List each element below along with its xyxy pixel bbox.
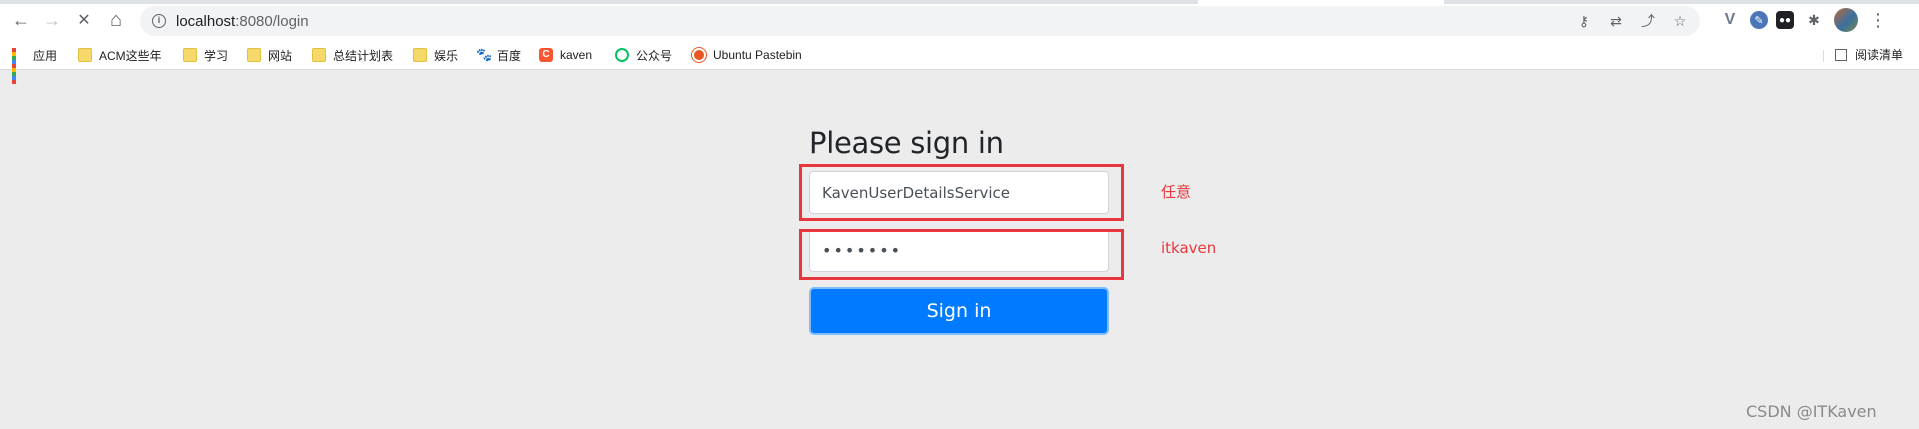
bookmark-star-icon[interactable]: ☆ <box>1670 11 1690 31</box>
bookmark-entertainment[interactable]: 娱乐 <box>413 46 458 64</box>
password-annotation: itkaven <box>1161 239 1217 257</box>
bookmark-label: Ubuntu Pastebin <box>713 48 802 62</box>
bookmark-label: 总结计划表 <box>333 48 394 63</box>
forward-arrow-icon[interactable]: → <box>40 8 64 32</box>
extension-tampermonkey-icon[interactable]: ●● <box>1776 11 1794 29</box>
bookmark-study[interactable]: 学习 <box>183 46 228 64</box>
url-host: localhost <box>176 12 236 30</box>
bookmark-apps[interactable]: 应用 <box>12 46 58 84</box>
stop-loading-icon[interactable]: ✕ <box>72 8 96 32</box>
bookmark-acm[interactable]: ACM这些年 <box>78 46 162 64</box>
bookmark-label: 应用 <box>33 48 58 63</box>
bookmark-baidu[interactable]: 🐾 百度 <box>476 46 521 64</box>
address-bar[interactable]: i localhost:8080/login ⚷ ⇄ ⤴ ☆ <box>140 6 1700 36</box>
home-icon[interactable]: ⌂ <box>104 8 128 32</box>
folder-icon <box>183 48 197 62</box>
password-highlight-box <box>799 229 1124 280</box>
bookmark-wechat[interactable]: 公众号 <box>615 46 672 64</box>
bookmark-plan[interactable]: 总结计划表 <box>312 46 393 64</box>
csdn-watermark: CSDN @ITKaven <box>1746 402 1877 421</box>
reading-list-label: 阅读清单 <box>1855 48 1904 62</box>
page-title: Please sign in <box>809 126 1004 160</box>
bookmark-label: 娱乐 <box>434 48 459 63</box>
bookmarks-bar: 应用 ACM这些年 学习 网站 总结计划表 娱乐 🐾 百度 C kaven 公众… <box>0 40 1919 84</box>
share-icon[interactable]: ⤴ <box>1638 11 1658 31</box>
baidu-icon: 🐾 <box>476 47 493 62</box>
menu-kebab-icon[interactable]: ⋮ <box>1866 8 1890 32</box>
bookmark-label: 百度 <box>497 48 522 63</box>
bookmark-label: 网站 <box>268 48 293 63</box>
password-key-icon[interactable]: ⚷ <box>1574 11 1594 31</box>
folder-icon <box>413 48 427 62</box>
bookmark-label: 学习 <box>204 48 229 63</box>
csdn-icon: C <box>539 48 553 62</box>
url-path: :8080/login <box>235 12 309 30</box>
sign-in-button[interactable]: Sign in <box>809 287 1109 335</box>
bookmarks-divider <box>1823 50 1824 62</box>
back-arrow-icon[interactable]: ← <box>9 8 33 32</box>
apps-grid-icon <box>12 48 26 84</box>
url-text[interactable]: localhost:8080/login <box>176 13 309 30</box>
wechat-icon <box>615 48 629 62</box>
bookmark-label: kaven <box>560 48 593 62</box>
ubuntu-icon <box>692 48 706 62</box>
folder-icon <box>247 48 261 62</box>
site-info-icon[interactable]: i <box>152 14 166 28</box>
bookmark-sites[interactable]: 网站 <box>247 46 292 64</box>
bookmark-kaven[interactable]: C kaven <box>539 46 592 64</box>
folder-icon <box>312 48 326 62</box>
profile-avatar[interactable] <box>1834 8 1858 32</box>
reading-list-button[interactable]: 阅读清单 <box>1835 46 1903 63</box>
folder-icon <box>78 48 92 62</box>
reading-list-icon <box>1835 48 1847 61</box>
bookmark-ubuntu-pastebin[interactable]: Ubuntu Pastebin <box>692 46 802 64</box>
login-form: Please sign in Sign in <box>809 126 1109 335</box>
bookmark-label: ACM这些年 <box>99 48 162 63</box>
tab-strip <box>0 0 1919 4</box>
username-highlight-box <box>799 164 1124 221</box>
bookmark-label: 公众号 <box>636 48 673 63</box>
extensions-puzzle-icon[interactable]: ✱ <box>1802 8 1826 32</box>
extension-pen-icon[interactable]: ✎ <box>1750 11 1768 29</box>
extension-v-icon[interactable]: V <box>1718 8 1742 32</box>
browser-toolbar: ← → ✕ ⌂ i localhost:8080/login ⚷ ⇄ ⤴ ☆ V… <box>0 0 1919 40</box>
translate-icon[interactable]: ⇄ <box>1606 11 1626 31</box>
username-annotation: 任意 <box>1161 183 1192 201</box>
